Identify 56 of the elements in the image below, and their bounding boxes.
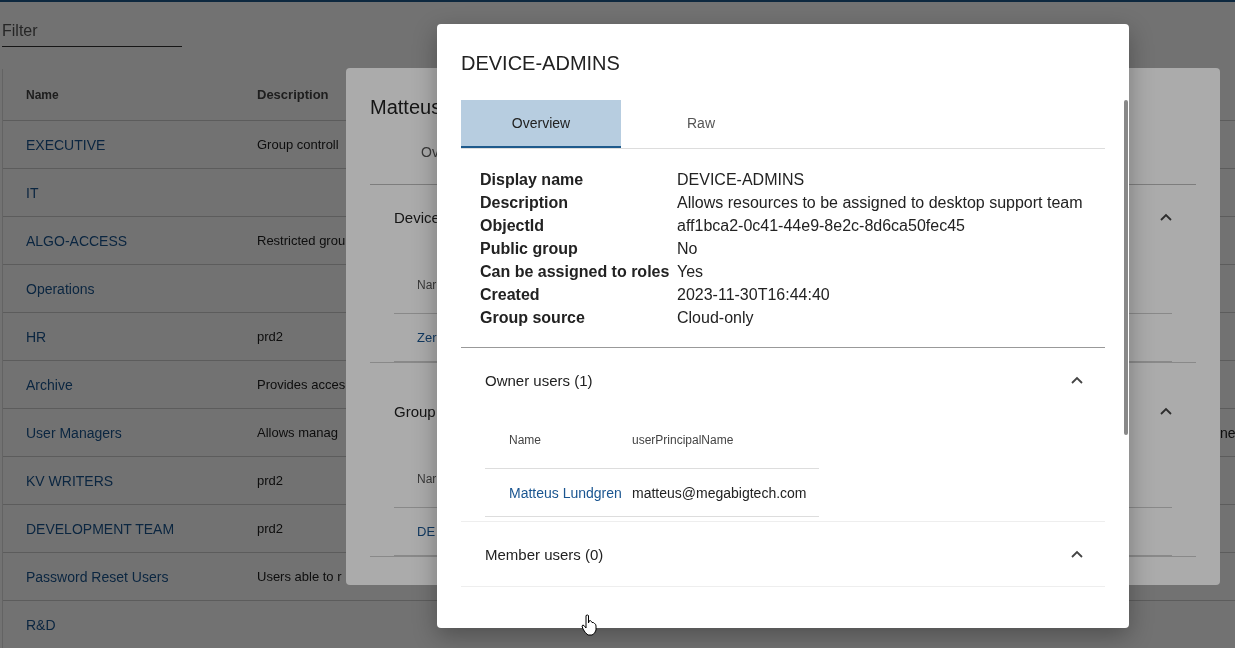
group-link[interactable]: ALGO-ACCESS [26, 232, 128, 249]
property-label: ObjectId [480, 216, 545, 236]
table-cell: Provides acces [257, 377, 346, 392]
user-link[interactable]: Matteus Lundgren [509, 484, 622, 501]
property-value: aff1bca2-0c41-44e9-8e2c-8d6ca50fec45 [677, 216, 966, 236]
property-value: Allows resources to be assigned to desktop support team [677, 193, 1084, 213]
property-value: DEVICE-ADMINS [677, 170, 806, 190]
property-label: Public group [480, 239, 579, 259]
group-link[interactable]: KV WRITERS [26, 472, 114, 489]
group-link[interactable]: DEVELOPMENT TEAM [26, 520, 175, 537]
table-cell: Users able to r [257, 569, 342, 584]
group-link[interactable]: EXECUTIVE [26, 136, 106, 153]
property-label: Can be assigned to roles [480, 262, 671, 282]
column-header: Nar [417, 472, 437, 486]
property-label: Created [480, 285, 541, 305]
group-link[interactable]: HR [26, 328, 47, 345]
property-value: Yes [677, 262, 705, 282]
tab[interactable]: Raw [621, 100, 781, 148]
table-cell: Group controll [257, 137, 339, 152]
table-cell: prd2 [257, 521, 284, 536]
chevron-up-icon[interactable] [1071, 376, 1083, 384]
group-link[interactable]: IT [26, 184, 39, 201]
group-link[interactable]: R&D [26, 616, 56, 633]
dialog-title: Matteus [370, 96, 443, 120]
column-header: Name [508, 433, 542, 447]
tab[interactable]: Overview [461, 100, 621, 148]
section-title[interactable]: Member users (0) [485, 545, 604, 563]
dialog-title: DEVICE-ADMINS [461, 52, 621, 76]
scrollbar[interactable] [1124, 100, 1128, 435]
section-title[interactable]: Owner users (1) [485, 371, 593, 389]
chevron-up-icon[interactable] [1160, 213, 1172, 221]
table-cell: ne [1220, 424, 1235, 441]
property-label: Description [480, 193, 569, 213]
table-cell: prd2 [257, 329, 284, 344]
table-cell: matteus@megabigtech.com [632, 484, 807, 501]
table-cell: prd2 [257, 473, 284, 488]
property-value: 2023-11-30T16:44:40 [677, 285, 831, 305]
table-cell: Allows manag [257, 425, 338, 440]
group-link[interactable]: User Managers [26, 424, 122, 441]
filter-field[interactable]: Filter [2, 18, 182, 47]
chevron-up-icon[interactable] [1071, 550, 1083, 558]
column-header: Nar [417, 278, 437, 292]
group-link[interactable]: Operations [26, 280, 95, 297]
property-label: Group source [480, 308, 586, 328]
table-link[interactable]: Zer [417, 330, 437, 345]
table-link[interactable]: DE [417, 524, 436, 539]
group-link[interactable]: Archive [26, 376, 73, 393]
property-value: No [677, 239, 699, 259]
chevron-up-icon[interactable] [1160, 407, 1172, 415]
group-link[interactable]: Password Reset Users [26, 568, 169, 585]
section-title[interactable]: Group [394, 402, 436, 420]
property-value: Cloud-only [677, 308, 755, 328]
column-header: userPrincipalName [632, 433, 734, 447]
property-label: Display name [480, 170, 585, 190]
table-cell: Restricted grou [257, 233, 346, 248]
column-header[interactable]: Name [3, 87, 257, 102]
